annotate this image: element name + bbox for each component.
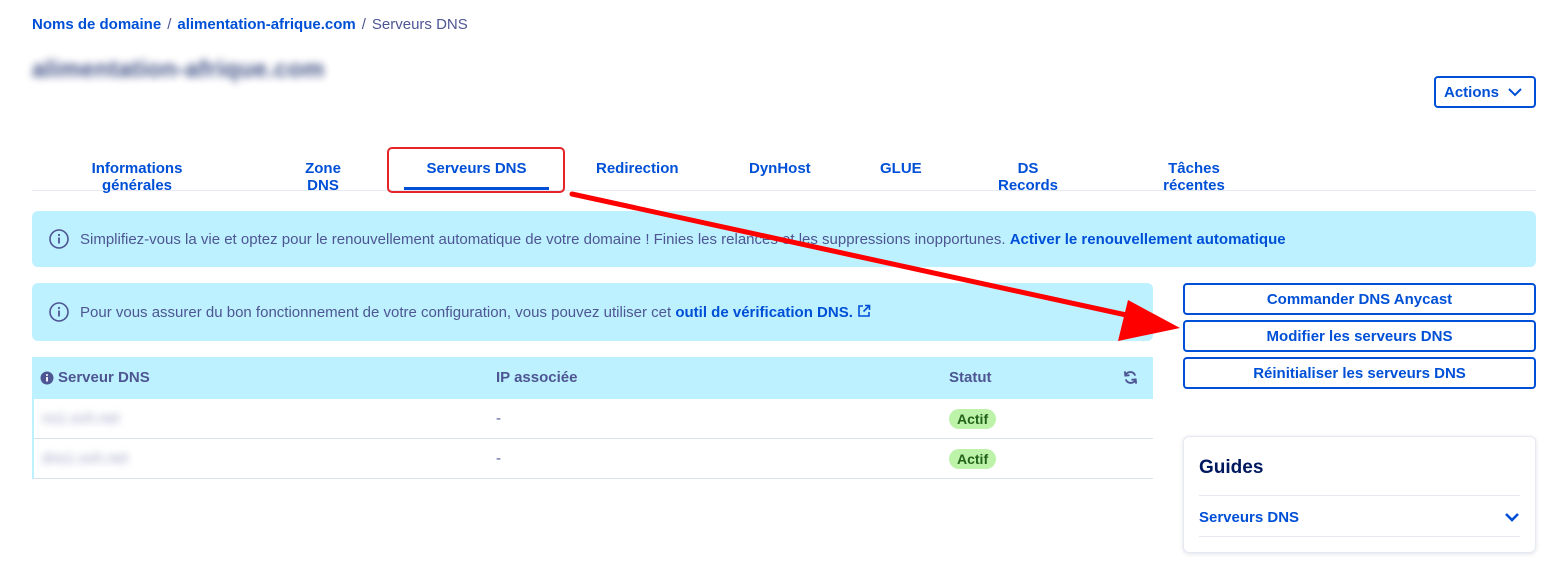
ip-cell: - — [496, 450, 501, 467]
breadcrumb-separator: / — [167, 16, 172, 33]
dns-check-text: Pour vous assurer du bon fonctionnement … — [80, 303, 672, 321]
info-icon — [49, 229, 69, 249]
server-name-cell: dns1.ovh.net — [42, 450, 128, 467]
actions-label: Actions — [1444, 83, 1500, 101]
header-server: Serveur DNS — [40, 369, 150, 386]
chevron-down-icon — [1505, 513, 1519, 522]
auto-renew-text: Simplifiez-vous la vie et optez pour le … — [80, 230, 1006, 248]
breadcrumb-current: Serveurs DNS — [371, 16, 468, 33]
guides-title: Guides — [1199, 457, 1264, 478]
status-badge: Actif — [949, 409, 997, 429]
breadcrumb-domain-link[interactable]: alimentation-afrique.com — [177, 16, 355, 33]
breadcrumb-domains-link[interactable]: Noms de domaine — [32, 16, 161, 33]
header-server-label: Serveur DNS — [58, 369, 150, 386]
divider — [1199, 495, 1520, 496]
breadcrumb-separator: / — [361, 16, 366, 33]
dns-check-banner: Pour vous assurer du bon fonctionnement … — [32, 283, 1153, 341]
guide-dns-servers-item[interactable]: Serveurs DNS — [1199, 497, 1520, 537]
guide-item-label: Serveurs DNS — [1199, 508, 1300, 526]
divider — [1199, 536, 1520, 537]
table-row: ns1.ovh.net - Actif — [34, 399, 1153, 439]
modify-dns-servers-button[interactable]: Modifier les serveurs DNS — [1183, 320, 1536, 352]
ip-cell: - — [496, 410, 501, 427]
tab-dns-servers[interactable]: Serveurs DNS — [404, 148, 549, 190]
header-status: Statut — [949, 369, 992, 386]
header-ip: IP associée — [496, 369, 578, 386]
auto-renew-banner: Simplifiez-vous la vie et optez pour le … — [32, 211, 1536, 267]
breadcrumb: Noms de domaine / alimentation-afrique.c… — [32, 16, 468, 33]
tab-recent-tasks[interactable]: Tâches récentes — [1139, 148, 1249, 194]
reset-dns-servers-button[interactable]: Réinitialiser les serveurs DNS — [1183, 357, 1536, 389]
server-name-cell: ns1.ovh.net — [42, 410, 120, 427]
dns-servers-table: Serveur DNS IP associée Statut ns1.ovh.n… — [32, 357, 1153, 479]
tab-redirection[interactable]: Redirection — [596, 148, 679, 190]
table-row: dns1.ovh.net - Actif — [34, 439, 1153, 479]
page-title: alimentation-afrique.com — [32, 56, 325, 83]
status-badge: Actif — [949, 449, 997, 469]
tab-glue[interactable]: GLUE — [880, 148, 922, 190]
tab-dns-zone[interactable]: Zone DNS — [289, 148, 357, 194]
actions-dropdown-button[interactable]: Actions — [1434, 76, 1536, 108]
order-dns-anycast-button[interactable]: Commander DNS Anycast — [1183, 283, 1536, 315]
info-icon — [49, 302, 69, 322]
tab-dynhost[interactable]: DynHost — [749, 148, 811, 190]
table-header: Serveur DNS IP associée Statut — [34, 357, 1153, 399]
tab-bar: Informations générales Zone DNS Serveurs… — [32, 148, 1536, 194]
refresh-icon[interactable] — [1123, 370, 1138, 385]
chevron-down-icon — [1508, 88, 1522, 97]
tab-general-info[interactable]: Informations générales — [56, 148, 218, 194]
tab-ds-records[interactable]: DS Records — [989, 148, 1067, 194]
dns-check-tool-link[interactable]: outil de vérification DNS. — [675, 304, 871, 321]
guides-panel: Guides Serveurs DNS — [1183, 436, 1536, 553]
info-circle-icon[interactable] — [40, 371, 54, 385]
external-link-icon — [858, 304, 871, 317]
auto-renew-link[interactable]: Activer le renouvellement automatique — [1010, 231, 1286, 248]
